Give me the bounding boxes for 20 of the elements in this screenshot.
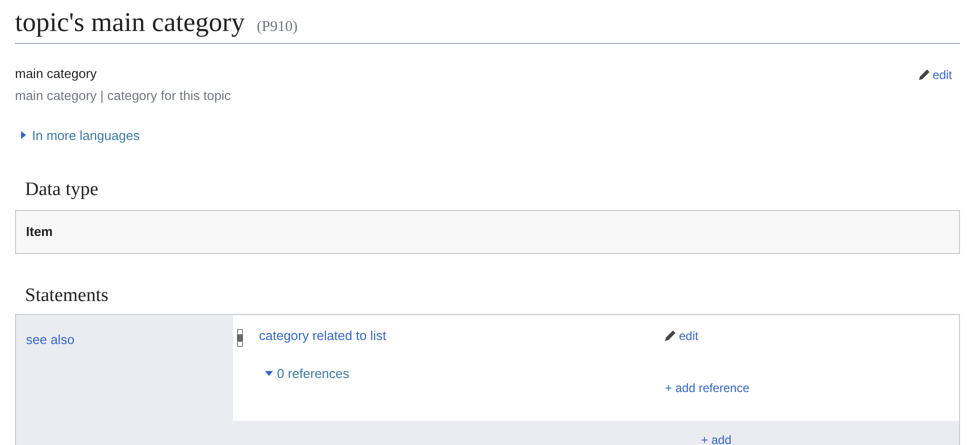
pencil-icon — [916, 68, 931, 82]
property-link[interactable]: see also — [26, 332, 74, 347]
rank-icon — [237, 329, 243, 347]
page-title: topic's main category — [15, 6, 245, 38]
add-reference-link[interactable]: + add reference — [665, 379, 750, 397]
more-languages-toggle[interactable]: In more languages — [21, 126, 960, 145]
section-heading: Data type — [25, 178, 100, 202]
item-label: main category — [15, 66, 98, 82]
statement-value-link[interactable]: category related to list — [259, 328, 663, 344]
section-heading: Statements — [25, 284, 110, 308]
references-toggle[interactable]: 0 references — [265, 364, 663, 384]
property-id: (P910) — [256, 18, 298, 37]
caret-down-icon — [265, 370, 273, 377]
add-link[interactable]: + add — [701, 433, 732, 445]
aliases-text: main category | category for this topic — [15, 88, 231, 104]
pencil-icon — [663, 329, 677, 343]
edit-link[interactable]: edit — [916, 66, 952, 84]
data-type-value: Item — [26, 223, 53, 242]
edit-link[interactable]: edit — [663, 328, 750, 344]
caret-right-icon — [21, 131, 27, 140]
